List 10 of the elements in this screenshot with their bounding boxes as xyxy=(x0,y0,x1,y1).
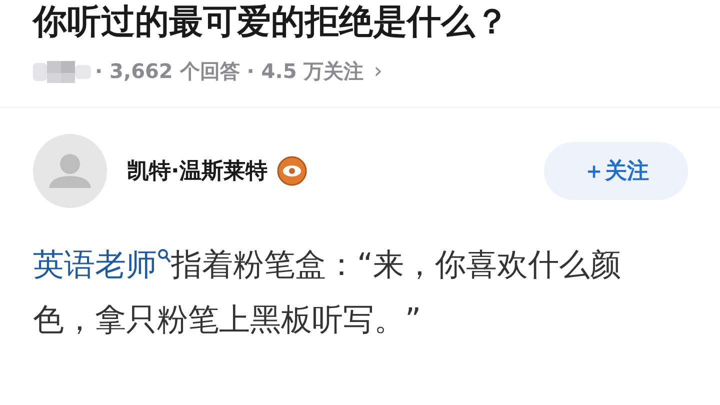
blurred-avatar-icon xyxy=(33,58,91,84)
search-icon xyxy=(157,248,171,264)
question-stats: · 3,662 个回答 · 4.5 万关注 xyxy=(95,58,364,85)
question-title: 你听过的最可爱的拒绝是什么？ xyxy=(33,1,510,44)
avatar-icon[interactable] xyxy=(33,134,107,208)
follow-button[interactable]: ＋关注 xyxy=(544,142,688,200)
answer-text: 英语老师 指着粉笔盒：“来，你喜欢什么颜色，拿只粉笔上黑板听写。” xyxy=(33,246,622,340)
keyword-link[interactable]: 英语老师 xyxy=(33,247,171,283)
author-name[interactable]: 凯特·温斯莱特 xyxy=(127,156,268,186)
eye-badge-icon xyxy=(277,156,308,186)
